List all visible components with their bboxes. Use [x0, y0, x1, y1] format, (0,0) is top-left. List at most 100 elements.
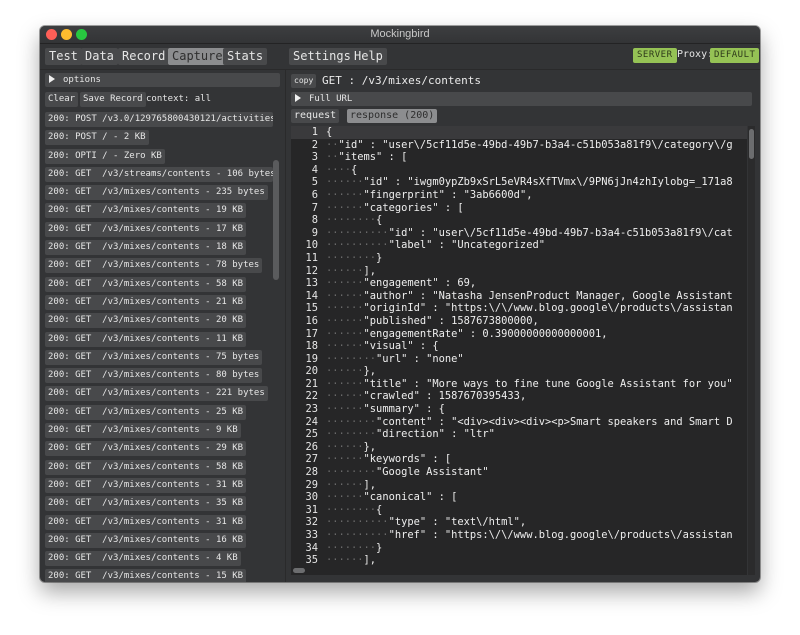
code-line: 3 ··"items" : [: [291, 151, 747, 164]
code-text: ··········"id" : "user\/5cf11d5e-49bd-49…: [326, 227, 733, 240]
scrollbar-thumb[interactable]: [749, 129, 754, 159]
whitespace-marker: ········: [326, 428, 377, 441]
disclosure-triangle-icon: [49, 75, 55, 83]
tab-capture[interactable]: Capture: [168, 48, 227, 65]
request-list-item[interactable]: 200: GET /v3/mixes/contents - 78 bytes: [45, 258, 263, 274]
detail-panel: copy GET : /v3/mixes/contents Full URL r…: [286, 70, 760, 582]
code-content: "keywords" : [: [363, 453, 452, 466]
line-number: 16: [305, 314, 318, 327]
proxy-badge[interactable]: DEFAULT: [710, 48, 760, 63]
request-list-row: 200: GET /v3/mixes/contents - 78 bytes: [45, 258, 273, 276]
code-line: 5 ······"id" : "iwgm0ypZb9xSrL5eVR4sXfTVm…: [291, 176, 747, 189]
code-line: 20 ······},: [291, 365, 747, 378]
code-text: ········}: [326, 252, 382, 265]
code-content: "id" : "iwgm0ypZb9xSrL5eVR4sXfTVmx\/9PN6…: [363, 176, 733, 189]
whitespace-marker: ········: [326, 251, 377, 264]
whitespace-marker: ······: [326, 453, 364, 466]
response-code-viewer[interactable]: 1{2 ··"id" : "user\/5cf11d5e-49bd-49b7-b3…: [291, 126, 747, 575]
code-text: ······"author" : "Natasha JensenProduct …: [326, 290, 733, 303]
request-list-item[interactable]: 200: GET /v3/mixes/contents - 31 KB: [45, 477, 247, 493]
request-list-item[interactable]: 200: GET /v3/mixes/contents - 20 KB: [45, 313, 247, 329]
code-text: ········{: [326, 214, 382, 227]
request-list-item[interactable]: 200: GET /v3/mixes/contents - 9 KB: [45, 423, 241, 439]
code-line: 31 ········{: [291, 504, 747, 517]
whitespace-marker: ······: [326, 440, 364, 453]
code-content: "fingerprint" : "3ab6600d",: [363, 188, 533, 201]
whitespace-marker: ······: [326, 340, 364, 353]
code-text: ····{: [326, 164, 357, 177]
tab-request[interactable]: request: [291, 109, 340, 123]
request-list-item[interactable]: 200: GET /v3/mixes/contents - 35 KB: [45, 496, 247, 512]
code-content: "published" : 1587673800000,: [363, 314, 539, 327]
copy-button[interactable]: copy: [291, 74, 317, 88]
request-list-item[interactable]: 200: GET /v3/mixes/contents - 17 KB: [45, 221, 247, 237]
whitespace-marker: ······: [326, 478, 364, 491]
request-list-row: 200: GET /v3/mixes/contents - 11 KB: [45, 331, 273, 350]
request-list-row: 200: GET /v3/mixes/contents - 15 KB: [45, 569, 273, 582]
clear-button[interactable]: Clear: [45, 92, 79, 107]
whitespace-marker: ········: [326, 214, 377, 227]
request-list-item[interactable]: 200: GET /v3/streams/contents - 106 byte…: [45, 166, 273, 182]
request-list-item[interactable]: 200: GET /v3/mixes/contents - 221 bytes: [45, 386, 268, 402]
options-label: options: [63, 75, 101, 85]
request-list-item[interactable]: 200: GET /v3/mixes/contents - 16 KB: [45, 532, 247, 548]
whitespace-marker: ········: [326, 503, 377, 516]
whitespace-marker: ······: [326, 264, 364, 277]
code-content: }: [376, 251, 383, 264]
request-list-item[interactable]: 200: GET /v3/mixes/contents - 75 bytes: [45, 349, 263, 365]
code-text: ······"crawled" : 1587670395433,: [326, 390, 526, 403]
request-list-row: 200: POST /v3.0/129765800430121/activiti…: [45, 112, 273, 130]
server-badge[interactable]: SERVER: [633, 48, 677, 63]
request-list-item[interactable]: 200: GET /v3/mixes/contents - 18 KB: [45, 240, 247, 256]
code-line: 7 ······"categories" : [: [291, 202, 747, 215]
code-text: ········"content" : "<div><div><div><p>S…: [326, 416, 733, 429]
request-list-item[interactable]: 200: GET /v3/mixes/contents - 80 bytes: [45, 368, 263, 384]
code-line: 17 ······"engagementRate" : 0.39000000000…: [291, 328, 747, 341]
request-list-item[interactable]: 200: POST /v3.0/129765800430121/activiti…: [45, 112, 273, 127]
tab-test[interactable]: Test: [45, 48, 82, 65]
tab-data[interactable]: Data: [81, 48, 118, 65]
request-list-item[interactable]: 200: GET /v3/mixes/contents - 15 KB: [45, 569, 247, 582]
code-horizontal-scrollbar[interactable]: [293, 568, 305, 573]
request-list-item[interactable]: 200: POST / - 2 KB: [45, 130, 149, 146]
request-list-item[interactable]: 200: GET /v3/mixes/contents - 31 KB: [45, 514, 247, 530]
save-record-button[interactable]: Save Record: [80, 92, 146, 107]
request-list-row: 200: GET /v3/mixes/contents - 19 KB: [45, 203, 273, 221]
request-list-row: 200: GET /v3/mixes/contents - 16 KB: [45, 532, 273, 551]
line-number: 7: [311, 201, 318, 214]
settings-button[interactable]: Settings: [289, 48, 355, 65]
code-content: "engagement" : 69,: [363, 277, 477, 290]
options-toggle[interactable]: options: [45, 73, 280, 87]
request-list-item[interactable]: 200: GET /v3/mixes/contents - 19 KB: [45, 203, 247, 219]
code-vertical-scrollbar[interactable]: [748, 126, 755, 575]
whitespace-marker: ········: [326, 541, 377, 554]
code-line: 1{: [291, 126, 747, 139]
code-text: ······"canonical" : [: [326, 491, 457, 504]
line-number: 23: [305, 403, 318, 416]
request-list-item[interactable]: 200: GET /v3/mixes/contents - 235 bytes: [45, 185, 268, 201]
request-list-row: 200: GET /v3/mixes/contents - 25 KB: [45, 404, 273, 423]
request-list-item[interactable]: 200: GET /v3/mixes/contents - 25 KB: [45, 404, 247, 420]
code-content: "summary" : {: [363, 403, 445, 416]
code-text: ······],: [326, 554, 376, 567]
request-list-item[interactable]: 200: GET /v3/mixes/contents - 4 KB: [45, 551, 241, 567]
request-list-item[interactable]: 200: GET /v3/mixes/contents - 21 KB: [45, 294, 247, 310]
code-text: ········"direction" : "ltr": [326, 428, 495, 441]
request-list-item[interactable]: 200: GET /v3/mixes/contents - 29 KB: [45, 441, 247, 457]
request-list-row: 200: GET /v3/mixes/contents - 18 KB: [45, 240, 273, 258]
code-content: }: [376, 541, 383, 554]
tab-response[interactable]: response (200): [347, 109, 438, 123]
code-text: ······"id" : "iwgm0ypZb9xSrL5eVR4sXfTVmx…: [326, 176, 733, 189]
tab-record[interactable]: Record: [118, 48, 170, 65]
code-content: "label" : "Uncategorized": [388, 239, 545, 252]
request-list-item[interactable]: 200: OPTI / - Zero KB: [45, 148, 165, 164]
tab-stats[interactable]: Stats: [223, 48, 268, 65]
whitespace-marker: ····: [326, 163, 352, 176]
help-button[interactable]: Help: [350, 48, 387, 65]
request-list-item[interactable]: 200: GET /v3/mixes/contents - 58 KB: [45, 459, 247, 475]
full-url-toggle[interactable]: Full URL: [291, 92, 752, 106]
request-list-scrollbar[interactable]: [273, 160, 279, 280]
request-list-item[interactable]: 200: GET /v3/mixes/contents - 11 KB: [45, 331, 247, 347]
request-list-item[interactable]: 200: GET /v3/mixes/contents - 58 KB: [45, 276, 247, 292]
code-content: ],: [363, 554, 377, 567]
